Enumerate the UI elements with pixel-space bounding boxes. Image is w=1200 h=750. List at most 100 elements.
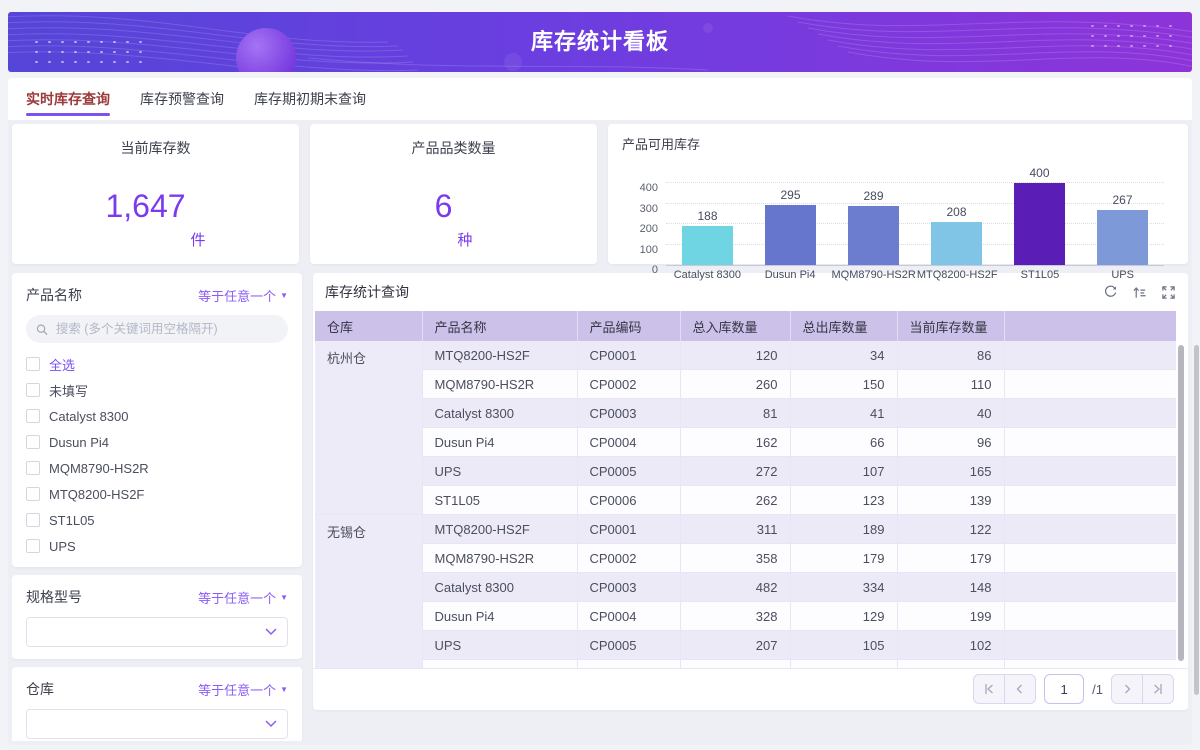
table-row[interactable]: Dusun Pi4 CP0004 162 66 96 bbox=[315, 427, 1176, 457]
chart-bars: 188 295 289 208 400 267 bbox=[666, 166, 1164, 265]
table-cell: CP0004 bbox=[577, 427, 681, 457]
chart-bar-slot: 188 bbox=[666, 183, 749, 265]
table-cell: 199 bbox=[897, 601, 1005, 631]
table-cell-filler bbox=[1004, 630, 1176, 660]
filter-option[interactable]: ST1L05 bbox=[26, 507, 288, 533]
filter-option[interactable]: UPS bbox=[26, 533, 288, 559]
chart-bar[interactable] bbox=[1013, 183, 1066, 265]
table-cell: CP0006 bbox=[577, 485, 681, 515]
stat-value: 1,647 bbox=[105, 187, 186, 224]
table-row[interactable]: Catalyst 8300 CP0003 81 41 40 bbox=[315, 398, 1176, 428]
filter-card-spec: 规格型号 等于任意一个 ▼ bbox=[12, 575, 302, 659]
column-header: 总出库数量 bbox=[790, 311, 898, 341]
tab-1[interactable]: 实时库存查询 bbox=[26, 78, 110, 120]
table-title: 库存统计查询 bbox=[325, 284, 409, 300]
filter-option[interactable]: 全选 bbox=[26, 351, 288, 377]
chart-bar-slot: 295 bbox=[749, 183, 832, 265]
table-cell: UPS bbox=[422, 630, 578, 660]
table-cell-filler bbox=[1004, 572, 1176, 602]
stat-value: 6 bbox=[434, 187, 453, 224]
next-page-button[interactable] bbox=[1112, 675, 1142, 703]
checkbox[interactable] bbox=[26, 461, 40, 475]
table-cell: 123 bbox=[790, 485, 898, 515]
inventory-table: 仓库 产品名称 产品编码 总入库数量 总出库数量 当前库存数量 杭州仓 MTQ8200-HS… bbox=[315, 311, 1176, 668]
table-row[interactable]: Dusun Pi4 CP0004 328 129 199 bbox=[315, 601, 1176, 631]
table-cell: 139 bbox=[897, 485, 1005, 515]
tab-3[interactable]: 库存期初期末查询 bbox=[254, 78, 366, 120]
table-cell: MTQ8200-HS2F bbox=[422, 341, 578, 370]
last-page-icon bbox=[1154, 684, 1162, 694]
table-cell: UPS bbox=[422, 456, 578, 486]
table-row[interactable]: MQM8790-HS2R CP0002 260 150 110 bbox=[315, 369, 1176, 399]
table-row[interactable]: UPS CP0005 207 105 102 bbox=[315, 630, 1176, 660]
table-row[interactable]: 无锡仓 MTQ8200-HS2F CP0001 311 189 122 bbox=[315, 514, 1176, 668]
checkbox[interactable] bbox=[26, 539, 40, 553]
inventory-table-card: 库存统计查询 仓库 产品名称 产品编码 总入库数量 总出库数量 当前库存数量 杭… bbox=[313, 273, 1188, 710]
spec-select[interactable] bbox=[26, 617, 288, 647]
table-scrollbar-thumb[interactable] bbox=[1178, 345, 1184, 661]
column-header: 总入库数量 bbox=[680, 311, 791, 341]
table-cell bbox=[897, 659, 1005, 668]
table-row[interactable]: Catalyst 8300 CP0003 482 334 148 bbox=[315, 572, 1176, 602]
checkbox[interactable] bbox=[26, 383, 40, 397]
checkbox[interactable] bbox=[26, 435, 40, 449]
table-cell-filler bbox=[1004, 514, 1176, 544]
chevron-down-icon bbox=[265, 628, 277, 636]
first-page-button[interactable] bbox=[974, 675, 1004, 703]
column-header: 当前库存数量 bbox=[897, 311, 1005, 341]
table-cell: 129 bbox=[790, 601, 898, 631]
warehouse-select[interactable] bbox=[26, 709, 288, 739]
filter-operator-dropdown[interactable]: 等于任意一个 ▼ bbox=[198, 680, 288, 699]
table-row[interactable]: 杭州仓 MTQ8200-HS2F CP0001 120 34 86 bbox=[315, 341, 1176, 515]
chart-bar-value: 400 bbox=[1029, 166, 1050, 180]
x-axis-category-label: UPS bbox=[1111, 269, 1134, 281]
fullscreen-expand-icon[interactable] bbox=[1161, 285, 1176, 300]
table-cell: Dusun Pi4 bbox=[422, 427, 578, 457]
checkbox[interactable] bbox=[26, 487, 40, 501]
dashboard-banner: 库存统计看板 bbox=[8, 12, 1192, 72]
prev-page-icon bbox=[1016, 684, 1023, 694]
filter-operator-dropdown[interactable]: 等于任意一个 ▼ bbox=[198, 588, 288, 607]
refresh-icon[interactable] bbox=[1103, 285, 1118, 300]
prev-page-button[interactable] bbox=[1004, 675, 1035, 703]
filter-option[interactable]: 未填写 bbox=[26, 377, 288, 403]
checkbox[interactable] bbox=[26, 409, 40, 423]
chart-bar[interactable] bbox=[847, 205, 900, 265]
filter-operator-dropdown[interactable]: 等于任意一个 ▼ bbox=[198, 286, 288, 305]
table-cell: 34 bbox=[790, 341, 898, 370]
table-cell: CP0003 bbox=[577, 398, 681, 428]
table-row[interactable]: MQM8790-HS2R CP0002 358 179 179 bbox=[315, 543, 1176, 573]
table-cell-filler bbox=[1004, 427, 1176, 457]
table-row[interactable]: ST1L05 CP0006 262 123 139 bbox=[315, 485, 1176, 515]
chart-bar[interactable] bbox=[681, 226, 734, 265]
y-axis-tick-label: 300 bbox=[639, 202, 658, 215]
table-row[interactable] bbox=[315, 659, 1176, 668]
filter-option[interactable]: Dusun Pi4 bbox=[26, 429, 288, 455]
table-cell: 189 bbox=[790, 514, 898, 544]
filter-option[interactable]: MQM8790-HS2R bbox=[26, 455, 288, 481]
search-input[interactable] bbox=[53, 321, 278, 337]
last-page-button[interactable] bbox=[1142, 675, 1173, 703]
chart-bar[interactable] bbox=[1096, 210, 1149, 265]
chart-title: 产品可用库存 bbox=[622, 137, 701, 152]
y-axis-tick-label: 100 bbox=[639, 243, 658, 256]
page-number-input[interactable] bbox=[1044, 674, 1085, 704]
table-row[interactable]: UPS CP0005 272 107 165 bbox=[315, 456, 1176, 486]
tab-2[interactable]: 库存预警查询 bbox=[140, 78, 224, 120]
filter-option[interactable]: Catalyst 8300 bbox=[26, 403, 288, 429]
chart-bar[interactable] bbox=[764, 204, 817, 265]
filter-option[interactable]: MTQ8200-HS2F bbox=[26, 481, 288, 507]
checkbox[interactable] bbox=[26, 357, 40, 371]
chart-bar[interactable] bbox=[930, 222, 983, 265]
table-cell bbox=[577, 659, 681, 668]
chart-bar-value: 267 bbox=[1112, 193, 1133, 208]
table-cell: 272 bbox=[680, 456, 791, 486]
page-scrollbar-thumb[interactable] bbox=[1194, 345, 1199, 695]
y-axis-tick-label: 200 bbox=[639, 223, 658, 235]
y-axis-tick-label: 400 bbox=[639, 182, 658, 194]
table-cell: 207 bbox=[680, 630, 791, 660]
search-icon bbox=[36, 323, 48, 335]
checkbox[interactable] bbox=[26, 513, 40, 527]
sort-settings-icon[interactable] bbox=[1132, 285, 1147, 300]
x-axis-category-label: Catalyst 8300 bbox=[673, 269, 741, 281]
